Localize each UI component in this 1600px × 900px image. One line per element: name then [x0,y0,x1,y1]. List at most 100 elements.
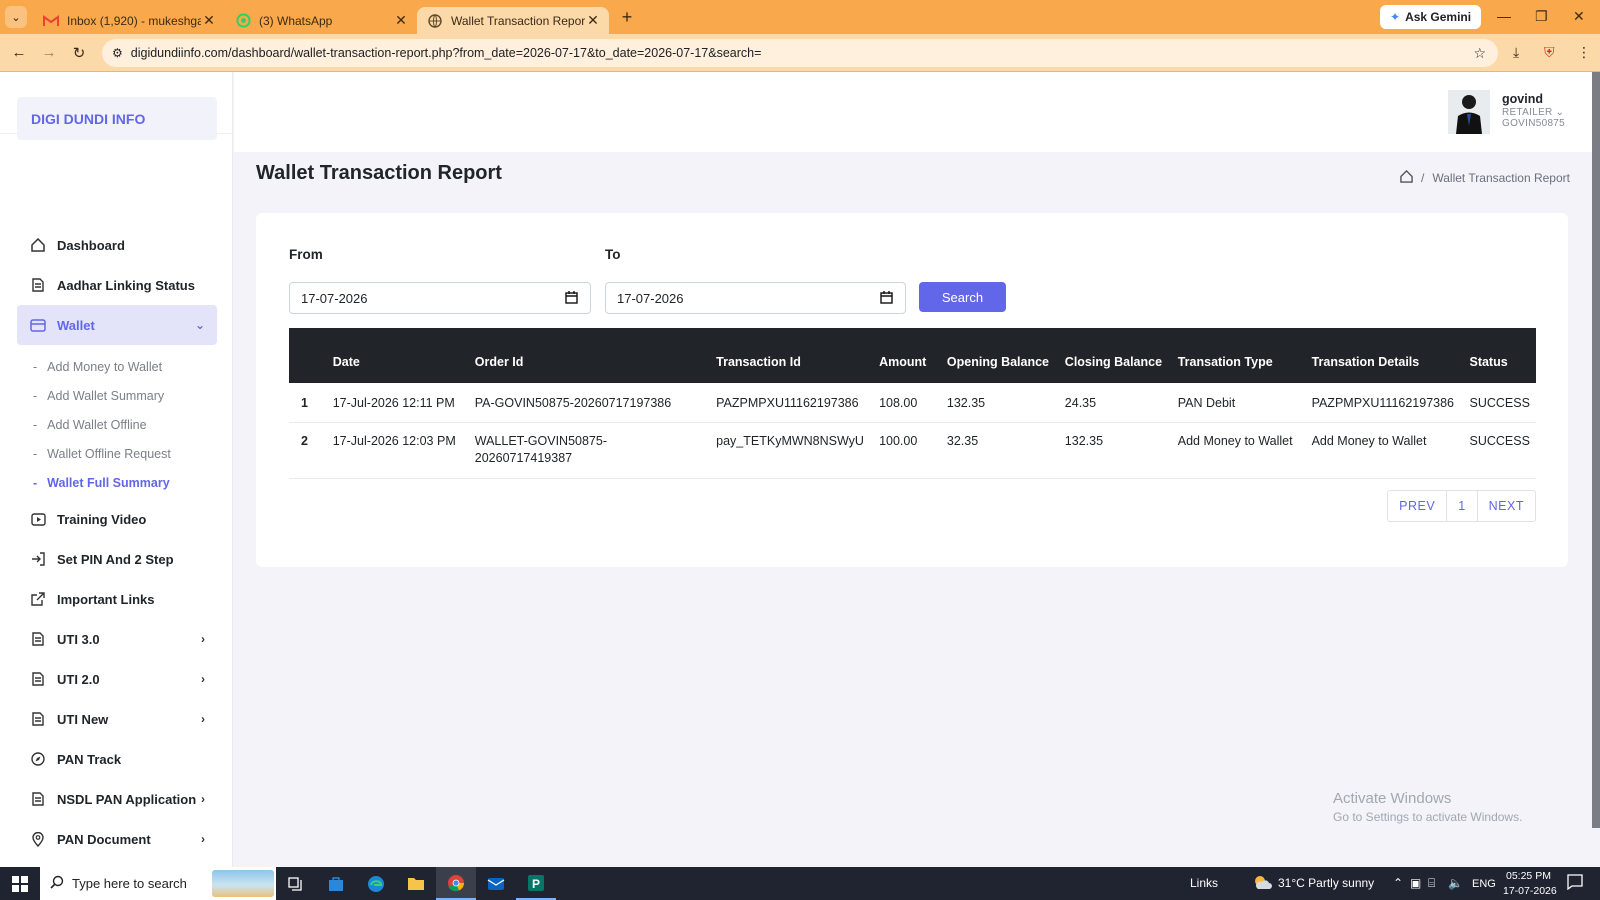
publisher-icon[interactable]: P [516,867,556,900]
chevron-up-icon[interactable]: ⌃ [1393,876,1403,890]
page-scrollbar[interactable] [1592,72,1600,828]
taskbar-search-box[interactable]: Type here to search [40,867,276,900]
sidebar-item-label: Aadhar Linking Status [57,277,195,293]
reload-icon[interactable]: ↻ [64,44,94,62]
links-toolbar[interactable]: Links [1190,876,1218,890]
edge-icon[interactable] [356,867,396,900]
chrome-icon[interactable] [436,867,476,900]
sidebar-item-aadhar-linking[interactable]: Aadhar Linking Status [17,265,217,305]
user-id: GOVIN50875 [1502,118,1566,129]
user-role[interactable]: RETAILER ⌄ [1502,107,1564,118]
home-icon[interactable] [1400,169,1413,186]
submenu-label: Add Wallet Summary [47,389,165,403]
close-icon[interactable]: ✕ [201,12,217,29]
sidebar-item-uti-2[interactable]: UTI 2.0 › [17,659,217,699]
submenu-wallet-offline-request[interactable]: - Wallet Offline Request [33,442,171,466]
search-icon [50,875,64,892]
sidebar-item-uti-new[interactable]: UTI New › [17,699,217,739]
sparkle-icon: ✦ [1390,10,1401,24]
svg-text:P: P [532,877,540,891]
weather-text[interactable]: 31°C Partly sunny [1278,876,1374,890]
brand-name[interactable]: DIGI DUNDI INFO [17,97,217,140]
submenu-add-wallet-summary[interactable]: - Add Wallet Summary [33,384,164,408]
page-1-button[interactable]: 1 [1446,491,1476,521]
close-icon[interactable]: ✕ [585,12,601,29]
clock-date[interactable]: 17-07-2026 [1503,885,1557,897]
sidebar-item-pan-track[interactable]: PAN Track [17,739,217,779]
download-icon[interactable]: ⤓ [1513,44,1519,61]
document-icon [29,790,47,808]
weather-icon[interactable] [1252,874,1272,893]
volume-icon[interactable]: 🔈 [1448,876,1463,890]
address-bar[interactable]: ⚙ digidundiinfo.com/dashboard/wallet-tra… [102,39,1498,67]
task-view-icon[interactable] [276,867,316,900]
search-highlight-image [212,870,274,897]
submenu-add-wallet-offline[interactable]: - Add Wallet Offline [33,413,147,437]
forward-icon[interactable]: → [34,44,64,61]
cell-date: 17-Jul-2026 12:03 PM [326,422,469,479]
whatsapp-icon [235,13,251,29]
ask-gemini-button[interactable]: ✦ Ask Gemini [1380,5,1482,29]
outlook-icon[interactable] [476,867,516,900]
submenu-wallet-full-summary[interactable]: - Wallet Full Summary [33,471,170,495]
submenu-label: Wallet Full Summary [47,476,170,490]
back-icon[interactable]: ← [4,44,34,61]
close-window-icon[interactable]: ✕ [1573,8,1585,25]
tab-whatsapp[interactable]: (3) WhatsApp ✕ [225,7,417,34]
activate-windows-subtitle: Go to Settings to activate Windows. [1333,810,1523,824]
windows-start-button[interactable] [0,867,40,900]
calendar-icon[interactable] [565,291,578,307]
cell-details: PAZPMPXU11162197386 [1305,383,1464,423]
language-indicator[interactable]: ENG [1472,878,1496,890]
network-icon[interactable]: ⌸ [1428,876,1435,891]
column-header: Date [332,355,360,369]
sidebar-item-label: Training Video [57,511,147,527]
prev-button[interactable]: PREV [1388,491,1446,521]
tab-search-button[interactable]: ⌄ [5,6,27,28]
column-header: Transaction Id [716,355,801,369]
avatar[interactable] [1448,90,1490,134]
more-menu-icon[interactable]: ⋮ [1577,44,1591,61]
sidebar-item-training-video[interactable]: Training Video [17,499,217,539]
browser-toolbar: ← → ↻ ⚙ digidundiinfo.com/dashboard/wall… [0,34,1600,72]
file-explorer-icon[interactable] [396,867,436,900]
column-header: Opening Balance [946,355,1050,369]
close-icon[interactable]: ✕ [393,12,409,29]
submenu-add-money[interactable]: - Add Money to Wallet [33,355,162,379]
chevron-down-icon: ⌄ [194,318,205,332]
calendar-icon[interactable] [880,291,893,307]
from-date-value: 17-07-2026 [301,290,368,306]
minimize-icon[interactable]: — [1497,8,1511,24]
cell-type: PAN Debit [1171,383,1306,423]
tab-gmail[interactable]: Inbox (1,920) - mukeshgarment ✕ [33,7,225,34]
from-date-input[interactable]: 17-07-2026 [289,282,591,314]
sidebar-item-important-links[interactable]: Important Links [17,579,217,619]
site-info-icon[interactable]: ⚙ [112,46,123,60]
tab-wallet-report[interactable]: Wallet Transaction Report ✕ [417,7,609,34]
sidebar-item-wallet[interactable]: Wallet ⌄ [17,305,217,345]
search-button[interactable]: Search [919,282,1006,312]
breadcrumb-separator: / [1421,171,1425,185]
restore-icon[interactable]: ❐ [1535,8,1548,25]
sidebar-item-pan-document[interactable]: PAN Document › [17,819,217,859]
extension-icon[interactable]: ⛨ [1544,44,1555,61]
sidebar-item-dashboard[interactable]: Dashboard [17,225,217,265]
column-header: Transation Details [1311,355,1420,369]
camera-icon[interactable]: ▣ [1410,876,1421,890]
sidebar-item-uti-3[interactable]: UTI 3.0 › [17,619,217,659]
sidebar-item-set-pin[interactable]: Set PIN And 2 Step [17,539,217,579]
new-tab-button[interactable]: + [613,7,641,28]
chevron-right-icon: › [201,832,205,846]
ask-gemini-label: Ask Gemini [1405,10,1472,24]
to-date-input[interactable]: 17-07-2026 [605,282,906,314]
sidebar-item-label: UTI 2.0 [57,671,100,687]
to-label: To [605,247,621,262]
store-icon[interactable] [316,867,356,900]
clock-time[interactable]: 05:25 PM [1506,870,1551,882]
activate-windows-title: Activate Windows [1333,790,1452,807]
bookmark-star-icon[interactable]: ☆ [1473,45,1486,62]
next-button[interactable]: NEXT [1476,491,1535,521]
notification-icon[interactable] [1567,874,1583,893]
sidebar-item-nsdl-pan[interactable]: NSDL PAN Application › [17,779,217,819]
user-name[interactable]: govind [1502,92,1543,106]
